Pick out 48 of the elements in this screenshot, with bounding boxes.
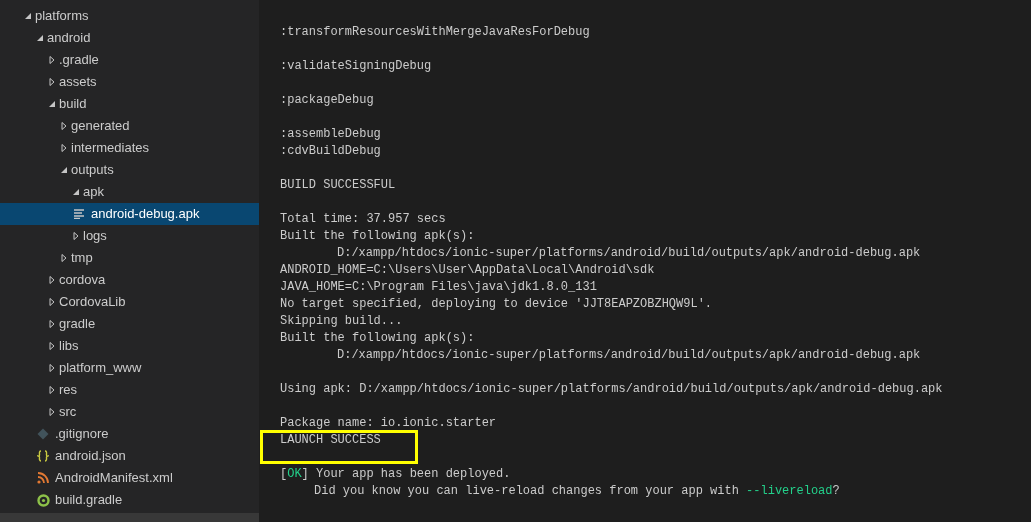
terminal-line: Skipping build... <box>280 313 404 330</box>
terminal-line: Using apk: D:/xampp/htdocs/ionic-super/platforms/android/build/outputs/apk/android-debug.apk <box>280 381 944 398</box>
tree-item[interactable]: outputs <box>0 159 259 181</box>
tree-item[interactable]: platform_www <box>0 357 259 379</box>
terminal-line: JAVA_HOME=C:\Program Files\java\jdk1.8.0_131 <box>280 279 598 296</box>
terminal-line: Total time: 37.957 secs <box>280 211 447 228</box>
terminal-line: :assembleDebug <box>280 126 382 143</box>
terminal-line: Package name: io.ionic.starter <box>280 415 498 432</box>
tree-item[interactable]: cordova <box>0 269 259 291</box>
tree-item[interactable]: gradle <box>0 313 259 335</box>
tree-item[interactable]: src <box>0 401 259 423</box>
tree-item[interactable]: AndroidManifest.xml <box>0 467 259 489</box>
tree-item[interactable]: .gitignore <box>0 423 259 445</box>
tree-item[interactable]: .gradle <box>0 49 259 71</box>
terminal-line: LAUNCH SUCCESS <box>280 432 382 449</box>
terminal-line: Built the following apk(s): <box>280 228 476 245</box>
braces-icon <box>37 450 49 462</box>
terminal-line: :packageDebug <box>280 92 375 109</box>
tree-item[interactable]: res <box>0 379 259 401</box>
tree-item[interactable]: platforms <box>0 5 259 27</box>
terminal-line: D:/xampp/htdocs/ionic-super/platforms/android/build/outputs/apk/android-debug.apk <box>336 347 922 364</box>
tree-item[interactable]: libs <box>0 335 259 357</box>
terminal-line: BUILD SUCCESSFUL <box>280 177 397 194</box>
terminal-line: ANDROID_HOME=C:\Users\User\AppData\Local\Android\sdk <box>280 262 656 279</box>
terminal-line: :cdvBuildDebug <box>280 143 382 160</box>
tree-item[interactable]: apk <box>0 181 259 203</box>
diamond-icon <box>37 428 49 440</box>
terminal-line: :validateSigningDebug <box>280 58 433 75</box>
terminal-line: [OK] Your app has been deployed. <box>280 466 512 483</box>
tree-item[interactable]: generated <box>0 115 259 137</box>
terminal-line: Did you know you can live-reload changes from your app with --livereload? <box>313 483 841 500</box>
tree-item[interactable]: android <box>0 27 259 49</box>
tree-item[interactable]: build <box>0 93 259 115</box>
terminal-line: No target specified, deploying to device 'JJT8EAPZOBZHQW9L'. <box>280 296 714 313</box>
text-file-icon <box>73 209 85 219</box>
ring-icon <box>36 493 50 507</box>
terminal-line: :transformResourcesWithMergeJavaResForDebug <box>280 24 591 41</box>
tree-item[interactable]: assets <box>0 71 259 93</box>
tree-item[interactable]: logs <box>0 225 259 247</box>
terminal-line: Built the following apk(s): <box>280 330 476 347</box>
tree-item[interactable]: CordovaLib <box>0 291 259 313</box>
tree-item[interactable]: tmp <box>0 247 259 269</box>
terminal-line: D:/xampp/htdocs/ionic-super/platforms/android/build/outputs/apk/android-debug.apk <box>336 245 922 262</box>
tree-item[interactable]: build.gradle <box>0 489 259 511</box>
tree-item[interactable]: android.json <box>0 445 259 467</box>
tree-item[interactable]: intermediates <box>0 137 259 159</box>
rss-icon <box>37 472 49 484</box>
tree-item[interactable]: android-debug.apk <box>0 203 259 225</box>
